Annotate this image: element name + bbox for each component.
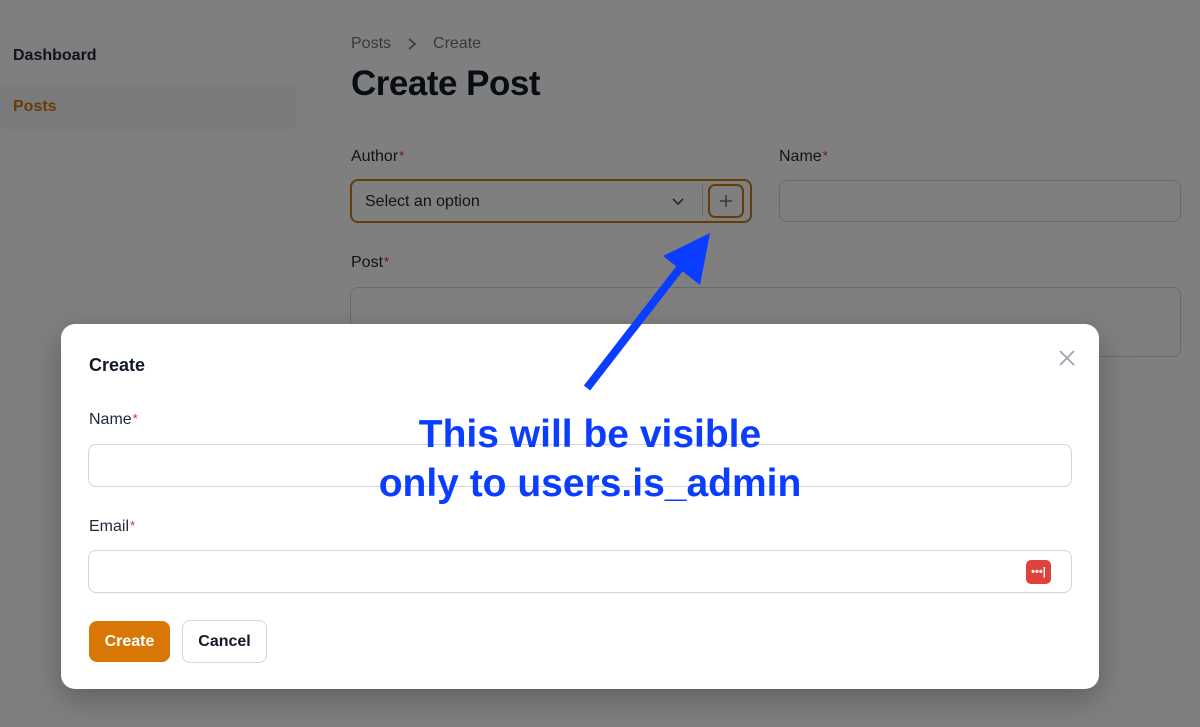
modal-name-label: Name* (89, 411, 138, 429)
modal-title: Create (89, 355, 146, 375)
annotation-line-2: only to users.is_admin (378, 462, 802, 505)
annotation-text: This will be visible only to users.is_ad… (340, 410, 840, 508)
modal-email-label: Email* (89, 518, 135, 536)
cancel-button[interactable]: Cancel (182, 620, 267, 663)
modal-email-input[interactable]: •••| (88, 550, 1072, 593)
create-button[interactable]: Create (89, 621, 170, 662)
annotation-line-1: This will be visible (418, 413, 762, 456)
close-icon[interactable] (1055, 346, 1079, 370)
modal-email-label-text: Email (89, 518, 130, 535)
required-mark: * (132, 411, 138, 426)
required-mark: * (130, 518, 136, 533)
modal-name-label-text: Name (89, 411, 132, 428)
password-manager-icon[interactable]: •••| (1026, 560, 1051, 584)
page: Dashboard Posts Posts Create Create Post… (0, 0, 1200, 727)
